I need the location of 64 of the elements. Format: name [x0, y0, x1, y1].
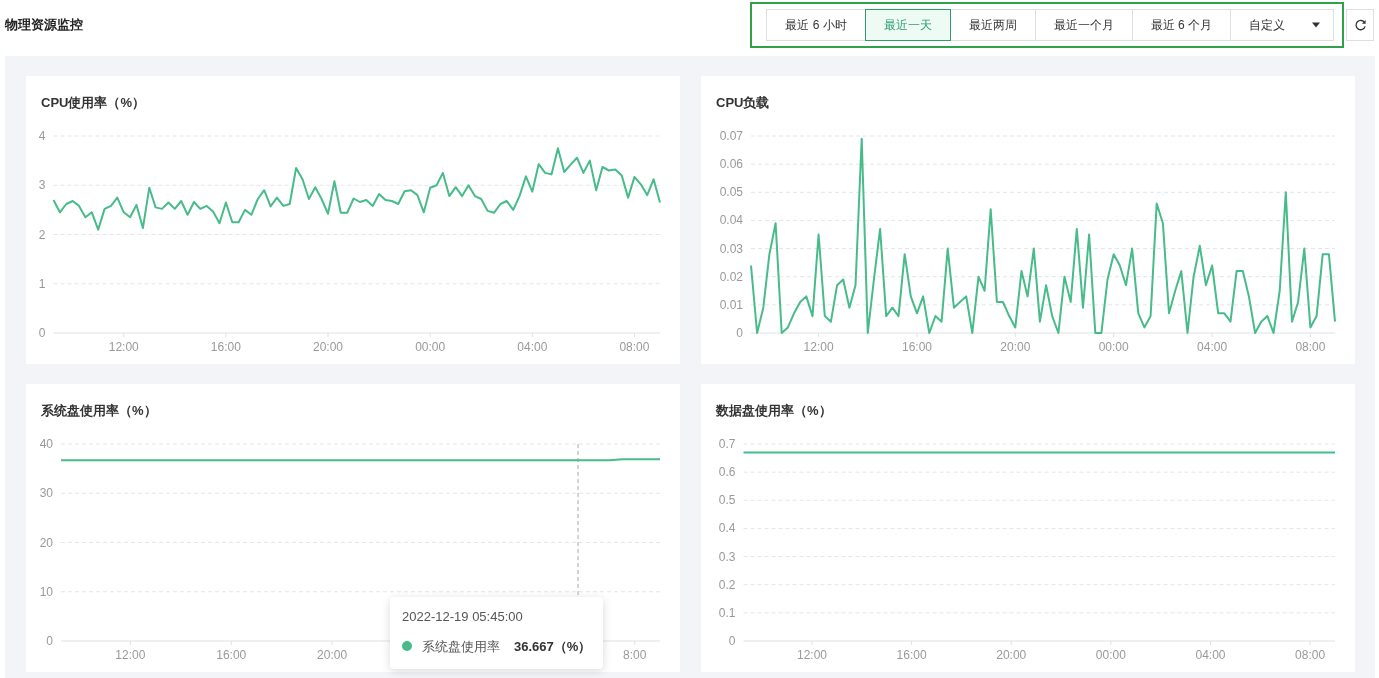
axis-tick-label: 08:00 [1295, 340, 1326, 354]
axis-tick-label: 20:00 [996, 648, 1027, 662]
axis-tick-label: 0 [38, 326, 46, 340]
refresh-icon [1353, 18, 1367, 32]
time-range-button[interactable]: 最近 6 小时 [766, 9, 866, 41]
caret-icon [1311, 22, 1321, 28]
axis-tick-label: 04:00 [1195, 648, 1226, 662]
chart-title: 系统盘使用率（%） [40, 402, 157, 420]
axis-tick-label: 40 [39, 437, 53, 451]
time-range-button[interactable]: 最近两周 [949, 9, 1036, 41]
axis-tick-label: 00:00 [415, 340, 446, 354]
axis-tick-label: 20:00 [1000, 340, 1031, 354]
axis-tick-label: 04:00 [1197, 340, 1228, 354]
axis-tick-label: 16:00 [896, 648, 927, 662]
axis-tick-label: 0.03 [719, 241, 743, 256]
axis-tick-label: 12:00 [108, 340, 139, 354]
axis-tick-label: 8:00 [623, 648, 647, 662]
axis-tick-label: 0 [728, 634, 736, 648]
axis-tick-label: 12:00 [115, 648, 146, 662]
series-name: 系统盘使用率 [422, 637, 501, 656]
axis-tick-label: 16:00 [216, 648, 247, 662]
axis-tick-label: 3 [38, 178, 46, 193]
axis-tick-label: 0 [736, 326, 743, 340]
axis-tick-label: 04:00 [517, 340, 548, 354]
axis-tick-label: 0.04 [719, 213, 743, 228]
axis-tick-label: 0.6 [718, 465, 736, 480]
axis-tick-label: 0 [46, 634, 53, 648]
axis-tick-label: 0.06 [719, 157, 743, 172]
axis-tick-label: 0.01 [719, 297, 743, 312]
axis-tick-label: 16:00 [901, 340, 932, 354]
chart-title: 数据盘使用率（%） [715, 402, 832, 420]
axis-tick-label: 16:00 [210, 340, 241, 354]
axis-tick-label: 0.07 [719, 129, 743, 143]
axis-tick-label: 0.1 [718, 605, 736, 620]
axis-tick-label: 30 [39, 486, 53, 501]
chart-title: CPU使用率（%） [40, 94, 145, 112]
axis-tick-label: 4 [38, 129, 46, 143]
axis-tick-label: 10 [39, 584, 53, 599]
axis-tick-label: 0.3 [718, 549, 736, 564]
axis-tick-label: 0.2 [718, 577, 736, 592]
chart-title: CPU负载 [715, 94, 770, 112]
axis-tick-label: 12:00 [796, 648, 827, 662]
axis-tick-label: 08:00 [1295, 648, 1326, 662]
axis-tick-label: 2 [38, 227, 46, 242]
time-range-button[interactable]: 最近一个月 [1034, 9, 1133, 41]
axis-tick-label: 0.7 [718, 437, 736, 451]
axis-tick-label: 0.02 [719, 269, 743, 284]
time-range-button[interactable]: 最近 6 个月 [1131, 9, 1231, 41]
axis-tick-label: 0.5 [718, 493, 736, 508]
axis-tick-label: 1 [38, 276, 46, 291]
axis-tick-label: 08:00 [619, 340, 650, 354]
axis-tick-label: 20 [39, 535, 53, 550]
refresh-button[interactable] [1346, 9, 1374, 41]
custom-range-dropdown[interactable]: 自定义 [1230, 9, 1334, 41]
axis-tick-label: 00:00 [1095, 648, 1126, 662]
tooltip-value: 36.667（%） [514, 637, 592, 656]
axis-tick-label: 20:00 [317, 648, 348, 662]
page-title: 物理资源监控 [5, 16, 83, 35]
axis-tick-label: 12:00 [803, 340, 834, 354]
axis-tick-label: 0.05 [719, 185, 743, 200]
tooltip-time: 2022-12-19 05:45:00 [402, 608, 523, 626]
axis-tick-label: 0.4 [718, 521, 736, 536]
axis-tick-label: 00:00 [1098, 340, 1129, 354]
axis-tick-label: 20:00 [313, 340, 344, 354]
